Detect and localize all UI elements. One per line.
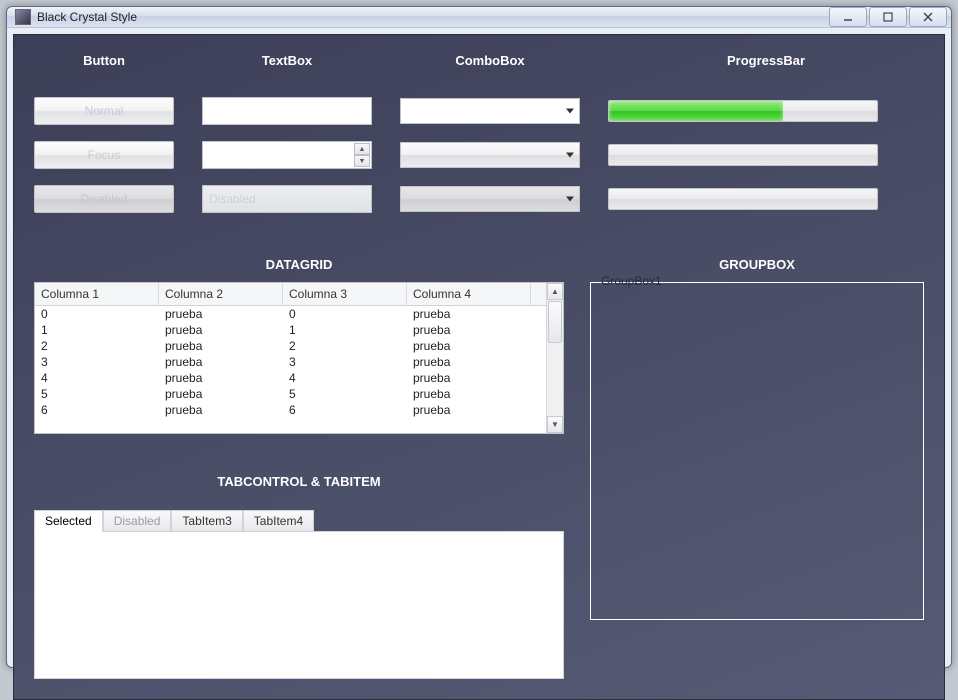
- table-cell: prueba: [159, 354, 283, 370]
- chevron-down-icon: [566, 197, 574, 202]
- table-cell: prueba: [159, 370, 283, 386]
- scroll-down-button[interactable]: ▼: [547, 416, 563, 433]
- table-cell: prueba: [407, 386, 531, 402]
- table-cell: prueba: [159, 338, 283, 354]
- textbox-disabled: Disabled: [202, 185, 372, 213]
- datagrid-header-row: Columna 1 Columna 2 Columna 3 Columna 4: [35, 283, 546, 306]
- table-cell: prueba: [159, 322, 283, 338]
- table-cell: prueba: [407, 354, 531, 370]
- scroll-thumb[interactable]: [548, 301, 562, 343]
- datagrid-rows: 0prueba0prueba1prueba1prueba2prueba2prue…: [35, 306, 546, 432]
- groupbox-label: GroupBox1: [599, 274, 664, 288]
- table-cell: prueba: [159, 306, 283, 322]
- table-cell: prueba: [159, 386, 283, 402]
- table-cell: prueba: [407, 338, 531, 354]
- textbox-spinner[interactable]: ▲ ▼: [202, 141, 372, 169]
- progressbar-active: [608, 100, 878, 122]
- focus-button[interactable]: Focus: [34, 141, 174, 169]
- combobox-glossy[interactable]: [400, 142, 580, 168]
- chevron-down-icon: [566, 109, 574, 114]
- textbox-normal[interactable]: [202, 97, 372, 125]
- header-combobox: ComboBox: [400, 53, 580, 81]
- column-headers: Button TextBox ComboBox ProgressBar: [34, 53, 924, 81]
- tab-tabitem3[interactable]: TabItem3: [171, 510, 242, 531]
- minimize-button[interactable]: [829, 7, 867, 27]
- normal-button[interactable]: Normal: [34, 97, 174, 125]
- table-row[interactable]: 5prueba5prueba: [35, 386, 546, 402]
- window-title: Black Crystal Style: [37, 10, 829, 24]
- table-cell: 0: [35, 306, 159, 322]
- table-cell: prueba: [407, 402, 531, 418]
- disabled-button: Disabled: [34, 185, 174, 213]
- groupbox-title: GROUPBOX: [590, 257, 924, 272]
- header-progressbar: ProgressBar: [608, 53, 924, 81]
- table-row[interactable]: 3prueba3prueba: [35, 354, 546, 370]
- table-cell: 3: [35, 354, 159, 370]
- progressbar-fill: [609, 101, 783, 121]
- spinner-up-button[interactable]: ▲: [354, 143, 370, 155]
- table-cell: prueba: [407, 306, 531, 322]
- table-cell: prueba: [407, 322, 531, 338]
- table-cell: 4: [283, 370, 407, 386]
- groupbox: GroupBox1: [590, 282, 924, 620]
- table-cell: 1: [283, 322, 407, 338]
- datagrid-col-header[interactable]: Columna 4: [407, 283, 531, 305]
- table-row[interactable]: 2prueba2prueba: [35, 338, 546, 354]
- table-cell: 5: [283, 386, 407, 402]
- tabcontrol-title: TABCONTROL & TABITEM: [34, 474, 564, 489]
- table-row[interactable]: 1prueba1prueba: [35, 322, 546, 338]
- chevron-down-icon: [566, 153, 574, 158]
- spinner-down-button[interactable]: ▼: [354, 155, 370, 167]
- table-cell: 0: [283, 306, 407, 322]
- table-cell: prueba: [407, 370, 531, 386]
- datagrid[interactable]: Columna 1 Columna 2 Columna 3 Columna 4 …: [34, 282, 564, 434]
- scroll-up-button[interactable]: ▲: [547, 283, 563, 300]
- table-row[interactable]: 6prueba6prueba: [35, 402, 546, 418]
- combobox-normal[interactable]: [400, 98, 580, 124]
- table-cell: 6: [35, 402, 159, 418]
- table-cell: 3: [283, 354, 407, 370]
- datagrid-col-header[interactable]: Columna 3: [283, 283, 407, 305]
- header-button: Button: [34, 53, 174, 81]
- table-cell: prueba: [159, 402, 283, 418]
- table-cell: 2: [283, 338, 407, 354]
- close-button[interactable]: [909, 7, 947, 27]
- datagrid-title: DATAGRID: [34, 257, 564, 272]
- table-cell: 6: [283, 402, 407, 418]
- table-row[interactable]: 4prueba4prueba: [35, 370, 546, 386]
- titlebar[interactable]: Black Crystal Style: [7, 7, 951, 28]
- app-window: Black Crystal Style Button TextBox Combo…: [6, 6, 952, 668]
- datagrid-col-header[interactable]: Columna 1: [35, 283, 159, 305]
- window-buttons: [829, 7, 947, 27]
- combobox-disabled: [400, 186, 580, 212]
- tab-strip: SelectedDisabledTabItem3TabItem4: [34, 510, 314, 531]
- progressbar-empty-2: [608, 188, 878, 210]
- client-area: Button TextBox ComboBox ProgressBar Norm…: [13, 34, 945, 700]
- tab-control: SelectedDisabledTabItem3TabItem4: [34, 531, 564, 679]
- spinner-buttons: ▲ ▼: [354, 143, 370, 167]
- textbox-disabled-placeholder: Disabled: [209, 192, 256, 206]
- tab-tabitem4[interactable]: TabItem4: [243, 510, 314, 531]
- table-cell: 1: [35, 322, 159, 338]
- table-cell: 4: [35, 370, 159, 386]
- tab-selected[interactable]: Selected: [34, 510, 103, 532]
- table-cell: 5: [35, 386, 159, 402]
- tab-disabled: Disabled: [103, 510, 172, 531]
- table-cell: 2: [35, 338, 159, 354]
- datagrid-scrollbar[interactable]: ▲ ▼: [546, 283, 563, 433]
- datagrid-col-header[interactable]: Columna 2: [159, 283, 283, 305]
- progressbar-empty-1: [608, 144, 878, 166]
- table-row[interactable]: 0prueba0prueba: [35, 306, 546, 322]
- maximize-button[interactable]: [869, 7, 907, 27]
- header-textbox: TextBox: [202, 53, 372, 81]
- app-icon: [15, 9, 31, 25]
